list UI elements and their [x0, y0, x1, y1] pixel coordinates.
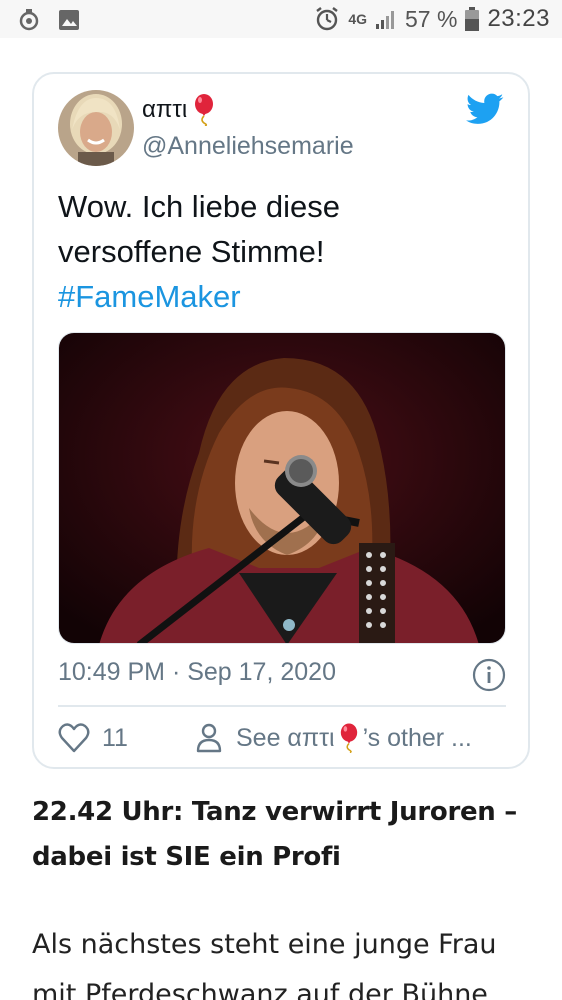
status-bar: 4G 57 % 23:23: [0, 0, 562, 38]
tweet-text: Wow. Ich liebe diese versoffene Stimme! …: [58, 184, 508, 319]
tweet-media-image[interactable]: [58, 332, 506, 644]
heart-icon: [58, 723, 90, 753]
info-icon[interactable]: [472, 658, 506, 692]
see-other-suffix: ’s other ...: [362, 723, 472, 752]
image-icon: [59, 10, 79, 30]
alarm-icon: [316, 7, 339, 31]
balloon-emoji-icon: [195, 94, 214, 126]
see-other-prefix: See απτι: [236, 723, 335, 752]
tweet-embed[interactable]: απτι @Anneliehsemarie Wow. Ich liebe die…: [32, 72, 530, 769]
like-button[interactable]: 11: [58, 723, 178, 753]
display-name-text: απτι: [142, 96, 188, 123]
tweet-text-line-1: Wow. Ich liebe diese: [58, 189, 341, 224]
tweet-actions: 11 See απτι ’s other ...: [58, 720, 506, 756]
display-name[interactable]: απτι: [142, 94, 215, 126]
avatar[interactable]: [58, 90, 134, 166]
hashtag-link[interactable]: #FameMaker: [58, 274, 508, 319]
person-icon: [196, 723, 222, 753]
signal-icon: [376, 11, 394, 29]
status-right: 4G 57 % 23:23: [314, 5, 550, 33]
status-left-icons: [18, 8, 80, 32]
battery-icon: [465, 7, 480, 31]
sync-icon: [19, 9, 39, 31]
article-paragraph: Als nächstes steht eine junge Frau mit P…: [32, 929, 497, 1000]
clock: 23:23: [487, 5, 550, 32]
article-headline: 22.42 Uhr: Tanz verwirrt Juroren – dabei…: [32, 797, 517, 872]
twitter-bird-icon[interactable]: [466, 90, 504, 128]
see-other-tweets-link[interactable]: See απτι ’s other ...: [196, 723, 472, 753]
tweet-text-line-2: versoffene Stimme!: [58, 234, 325, 269]
tweet-timestamp[interactable]: 10:49 PM · Sep 17, 2020: [58, 658, 336, 687]
balloon-emoji-icon: [340, 723, 357, 753]
like-count: 11: [102, 723, 128, 752]
user-handle[interactable]: @Anneliehsemarie: [142, 132, 354, 161]
divider: [58, 705, 506, 707]
battery-percent: 57 %: [405, 5, 458, 32]
network-type: 4G: [348, 11, 367, 27]
